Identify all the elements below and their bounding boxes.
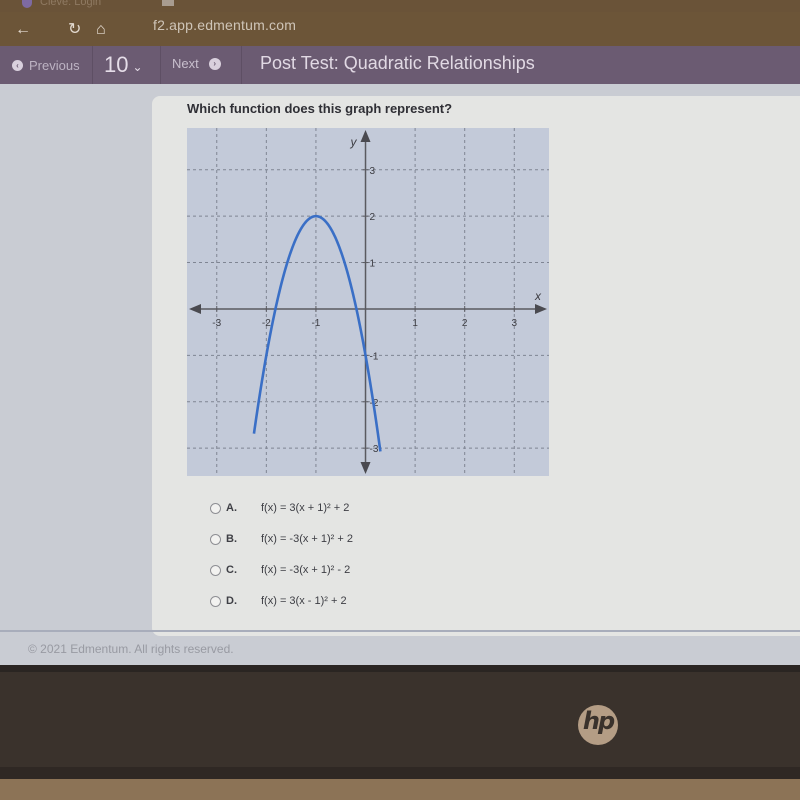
x-tick-label: -1 (311, 318, 320, 329)
y-tick-label: 1 (370, 259, 376, 270)
answer-letter: A. (226, 502, 237, 514)
question-number-dropdown[interactable]: 10 ⌄ (104, 52, 143, 78)
bezel-lip (0, 767, 800, 779)
next-button[interactable]: Next › (172, 56, 221, 71)
copyright: © 2021 Edmentum. All rights reserved. (28, 642, 234, 656)
answer-letter: D. (226, 595, 237, 607)
answer-formula: f(x) = -3(x + 1)² - 2 (261, 564, 351, 576)
answer-option-d[interactable]: D. f(x) = 3(x - 1)² + 2 (210, 591, 430, 611)
laptop-bezel (0, 672, 800, 767)
y-tick-label: 2 (370, 212, 376, 223)
answer-option-c[interactable]: C. f(x) = -3(x + 1)² - 2 (210, 560, 430, 580)
radio-button[interactable] (210, 595, 221, 607)
radio-button[interactable] (210, 564, 221, 576)
x-axis-label: x (534, 289, 542, 303)
toolbar-divider (241, 46, 242, 84)
question-prompt: Which function does this graph represent… (187, 101, 453, 116)
previous-label: Previous (29, 58, 80, 73)
answer-option-a[interactable]: A. f(x) = 3(x + 1)² + 2 (210, 498, 430, 518)
answer-option-b[interactable]: B. f(x) = -3(x + 1)² + 2 (210, 529, 430, 549)
graph: xy-3 -2 -1 1 2 3321-1-2-3 (187, 128, 549, 476)
answer-formula: f(x) = 3(x + 1)² + 2 (261, 502, 350, 514)
address-bar: ← ↻ ⌂ f2.app.edmentum.com (0, 12, 800, 46)
tab-strip: Cleve: Login (0, 0, 800, 12)
answer-letter: B. (226, 533, 237, 545)
y-axis-label: y (350, 135, 358, 149)
radio-button[interactable] (210, 533, 221, 545)
y-tick-label: 3 (370, 166, 376, 177)
bezel-edge (0, 665, 800, 672)
x-tick-label: 2 (462, 318, 468, 329)
reload-icon[interactable]: ↻ (68, 22, 81, 38)
arrow-circle-left-icon: ‹ (12, 60, 23, 71)
radio-button[interactable] (210, 502, 221, 514)
test-title: Post Test: Quadratic Relationships (260, 53, 535, 73)
desk-surface (0, 779, 800, 800)
tab-title[interactable]: Cleve: Login (40, 0, 101, 8)
graph-background (187, 128, 549, 476)
previous-button[interactable]: ‹ Previous (12, 58, 80, 73)
tab-thumbnail (162, 0, 174, 6)
x-tick-label: -2 (262, 318, 271, 329)
tab-favicon-icon (22, 0, 32, 8)
chevron-down-icon: ⌄ (132, 60, 143, 74)
toolbar-divider (92, 46, 93, 84)
home-icon[interactable]: ⌂ (96, 22, 106, 38)
next-label: Next (172, 56, 199, 71)
x-tick-label: 1 (412, 318, 418, 329)
answer-formula: f(x) = -3(x + 1)² + 2 (261, 533, 353, 545)
url-field[interactable]: f2.app.edmentum.com (153, 17, 296, 33)
x-tick-label: -3 (212, 318, 221, 329)
screen: Cleve: Login ← ↻ ⌂ f2.app.edmentum.com ‹… (0, 0, 800, 665)
answer-formula: f(x) = 3(x - 1)² + 2 (261, 595, 347, 607)
hp-logo-text: hp (582, 707, 615, 735)
arrow-left-icon[interactable]: ← (15, 22, 31, 38)
answer-letter: C. (226, 564, 237, 576)
arrow-circle-right-icon: › (208, 57, 221, 70)
question-number: 10 (104, 52, 129, 77)
y-tick-label: -3 (370, 444, 379, 455)
x-tick-label: 3 (512, 318, 518, 329)
y-tick-label: -1 (370, 351, 379, 362)
footer-divider (0, 630, 800, 632)
toolbar-divider (160, 46, 161, 84)
